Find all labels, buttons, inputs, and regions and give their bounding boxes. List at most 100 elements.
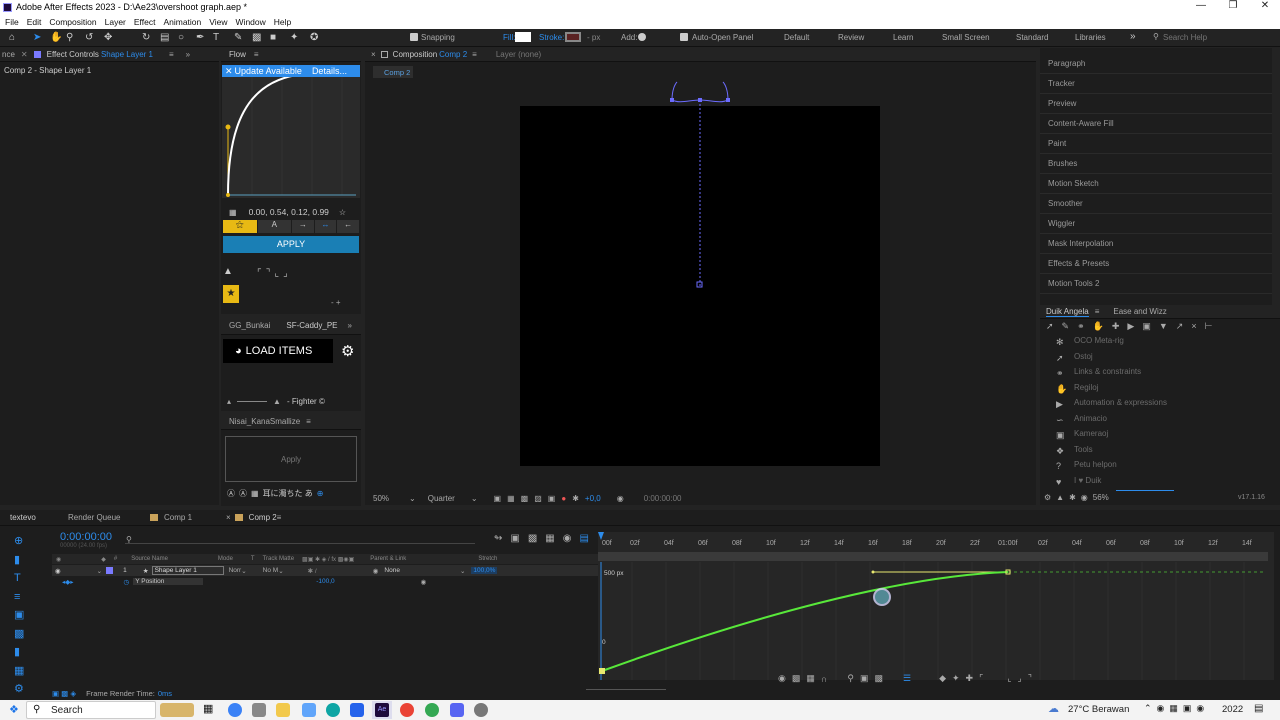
panel-motion-sketch[interactable]: Motion Sketch — [1040, 174, 1272, 194]
duik-kameraoj[interactable]: ▣ Kameraoj — [1040, 426, 1280, 442]
lock-icon[interactable]: ◉ — [1081, 493, 1088, 502]
menu-icon[interactable]: ≡ — [169, 50, 174, 59]
expand-icon[interactable]: ↗ — [1176, 321, 1184, 332]
panel-effects-presets[interactable]: Effects & Presets — [1040, 254, 1272, 274]
easy-ease-icon[interactable]: ⌞ — [1007, 673, 1011, 684]
selection-tool-icon[interactable]: ➤ — [33, 32, 41, 43]
duplicate-icon[interactable]: ▣ — [14, 606, 34, 625]
stroke-width[interactable]: - px — [587, 33, 600, 42]
taskbar-search[interactable]: ⚲ Search — [26, 701, 156, 719]
tab-duik[interactable]: Duik Angela — [1046, 307, 1089, 317]
roto-tool-icon[interactable]: ✦ — [290, 32, 298, 43]
col-switches[interactable]: ▩▣ ✱ ◈ / fx ▩◉▣ — [302, 556, 354, 563]
arrow-both-icon[interactable]: ↔ — [314, 220, 337, 233]
puppet-tool-icon[interactable]: ✪ — [310, 32, 318, 43]
close-icon[interactable]: ✕ — [1250, 0, 1280, 15]
property-value[interactable]: -100,0 — [316, 578, 334, 585]
store-icon[interactable] — [350, 703, 364, 717]
snapshot-icon[interactable]: ◉ — [617, 494, 624, 503]
tab-comp-2[interactable]: Comp 2 — [249, 513, 277, 522]
workspace-learn[interactable]: Learn — [893, 33, 913, 42]
duik-links-constraints[interactable]: ⚭ Links & constraints — [1040, 364, 1280, 380]
grid-icon[interactable]: ▩ — [521, 494, 529, 503]
workspace-default[interactable]: Default — [784, 33, 809, 42]
pen-tool-icon[interactable]: ✒ — [196, 32, 204, 43]
layer-switches[interactable]: ✱ / — [308, 567, 317, 575]
playhead-marker[interactable] — [598, 532, 604, 540]
convert-hold-icon[interactable]: ✦ — [952, 673, 960, 684]
timecode[interactable]: 0:00:00:00 — [60, 531, 112, 543]
current-time[interactable]: 0:00:00:00 — [644, 494, 682, 503]
gear-icon[interactable]: ✱ — [1069, 493, 1076, 502]
fit-selection-icon[interactable]: ⚲ — [847, 673, 854, 684]
load-items-button[interactable]: ◕ LOAD ITEMS — [223, 339, 333, 363]
grid-button[interactable]: ▦ — [251, 489, 259, 498]
composition-name[interactable]: Comp 2 — [439, 50, 467, 59]
file-icon[interactable]: ▮ — [14, 643, 34, 662]
add-icon[interactable]: ⊕ — [317, 489, 324, 498]
task-view-icon[interactable]: ▦ — [203, 702, 213, 715]
anchor-tool-icon[interactable]: ▤ — [160, 32, 169, 43]
auto-open-checkbox[interactable] — [680, 33, 688, 41]
fit-graph-icon[interactable]: ▩ — [874, 673, 883, 684]
pickwhip-icon[interactable]: ◉ — [373, 567, 379, 575]
close-icon[interactable]: × — [371, 50, 376, 59]
maximize-icon[interactable]: ❐ — [1218, 0, 1248, 15]
panel-paragraph[interactable]: Paragraph — [1040, 54, 1272, 74]
minimize-icon[interactable]: — — [1186, 0, 1216, 15]
discord-icon[interactable] — [450, 703, 464, 717]
brush-tool-icon[interactable]: ✎ — [234, 32, 242, 43]
duik-regiloj[interactable]: ✋ Regiloj — [1040, 380, 1280, 396]
frame-blend-icon[interactable]: ▦ — [545, 533, 554, 544]
key-icon[interactable]: ⚝ — [223, 220, 257, 233]
col-parent[interactable]: Parent & Link — [370, 556, 406, 562]
play-icon[interactable]: ▶ — [1127, 321, 1134, 332]
transform-box-icon[interactable]: ▦ — [806, 673, 815, 684]
menu-window[interactable]: Window — [236, 17, 266, 27]
notification-icon[interactable]: ▤ — [1254, 703, 1263, 714]
chrome-icon[interactable] — [400, 703, 414, 717]
star-icon[interactable]: ☆ — [339, 208, 346, 217]
pickwhip-icon[interactable]: ◉ — [421, 578, 427, 586]
duik-petu-helpon[interactable]: ? Petu helpon — [1040, 457, 1280, 473]
nisai-apply-button[interactable]: Apply — [225, 436, 357, 482]
settings-icon[interactable]: ⚙ — [1044, 493, 1051, 502]
edit-keyframe-icon[interactable]: ◆ — [939, 673, 946, 684]
layer-row[interactable]: ◉ ⌄ 1 ★ Shape Layer 1 Norr ⌄ No M ⌄ ✱ / … — [52, 565, 598, 576]
comp-subtab[interactable]: Comp 2 — [373, 66, 413, 78]
home-icon[interactable]: ⌂ — [9, 32, 15, 43]
tab-gg-bunkai[interactable]: GG_Bunkai — [229, 321, 270, 330]
pan-tool-icon[interactable]: ✥ — [104, 32, 112, 43]
link-icon[interactable]: ⚭ — [1077, 321, 1085, 332]
col-stretch[interactable]: Stretch — [478, 556, 497, 562]
copy-icon[interactable]: ▩ — [14, 625, 34, 644]
preset-nav[interactable]: - + — [331, 298, 341, 307]
clone-tool-icon[interactable]: ▩ — [252, 32, 261, 43]
draft-3d-icon[interactable]: ▣ — [510, 533, 519, 544]
shy-icon[interactable]: ▩ — [528, 533, 537, 544]
duik-ostoj[interactable]: ➚ Ostoj — [1040, 349, 1280, 365]
panel-preview[interactable]: Preview — [1040, 94, 1272, 114]
auto-bezier-icon[interactable]: ⌜ — [979, 673, 983, 684]
menu-composition[interactable]: Composition — [49, 17, 96, 27]
orbit-tool-icon[interactable]: ↺ — [85, 32, 93, 43]
text-icon[interactable]: A — [257, 220, 291, 233]
ease-in-icon[interactable]: ⌟ — [1018, 673, 1022, 684]
value-graph[interactable] — [598, 562, 1274, 680]
align-icon[interactable]: ≡ — [14, 588, 34, 607]
dropdown-icon[interactable]: ⌄ — [241, 567, 246, 575]
fill-swatch[interactable] — [515, 32, 531, 42]
properties-icon[interactable]: ▩ — [792, 673, 801, 684]
minus-icon[interactable]: ▴ — [227, 397, 231, 406]
time-ruler[interactable]: 00f 02f 04f 06f 08f 10f 12f 14f 16f 18f … — [598, 540, 1274, 550]
tab-comp-1[interactable]: Comp 1 — [164, 513, 226, 522]
panel-wiggler[interactable]: Wiggler — [1040, 214, 1272, 234]
search-help-input[interactable] — [1163, 31, 1273, 44]
menu-icon[interactable]: ≡ — [472, 50, 477, 59]
after-effects-active[interactable]: Ae — [372, 701, 392, 719]
channel-icon[interactable]: ● — [561, 494, 566, 503]
panel-brushes[interactable]: Brushes — [1040, 154, 1272, 174]
transparency-icon[interactable]: ▦ — [507, 494, 515, 503]
dropdown-icon[interactable]: ⌄ — [278, 567, 283, 575]
clock[interactable]: 2022 — [1222, 704, 1243, 715]
